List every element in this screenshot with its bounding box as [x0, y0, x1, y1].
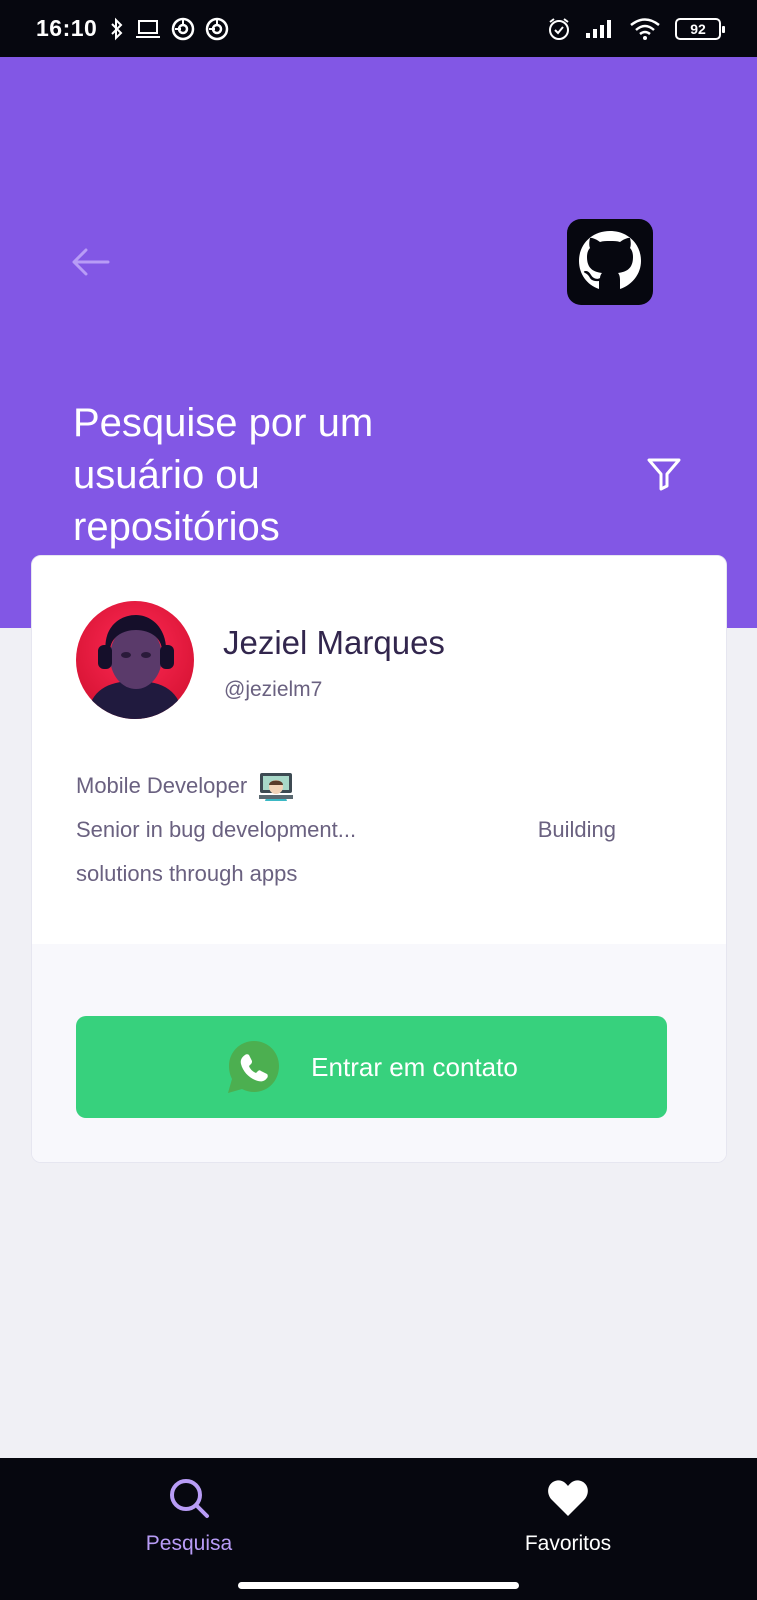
- sync-icon: [172, 17, 195, 40]
- page-header: Pesquise por um usuário ou repositórios: [0, 57, 757, 628]
- battery-icon: 92: [675, 17, 725, 40]
- status-bar: 16:10 92: [0, 0, 757, 57]
- battery-level: 92: [690, 20, 706, 37]
- bio-line-2: Senior in bug development... Building: [76, 808, 616, 852]
- back-button[interactable]: [68, 242, 112, 282]
- bio-line-3: solutions through apps: [76, 861, 298, 886]
- sync-icon: [206, 17, 229, 40]
- profile-info: Jeziel Marques @jezielm7 Mobile Develope…: [32, 556, 726, 944]
- card-footer: Entrar em contato: [32, 944, 726, 1162]
- nav-label-favoritos: Favoritos: [524, 1532, 612, 1555]
- status-left-icons: [109, 17, 229, 41]
- alarm-icon: [549, 17, 569, 40]
- nav-item-pesquisa[interactable]: Pesquisa: [109, 1476, 269, 1556]
- page-title: Pesquise por um usuário ou repositórios: [73, 401, 374, 549]
- profile-card: Jeziel Marques @jezielm7 Mobile Develope…: [31, 555, 727, 1163]
- nav-label-pesquisa: Pesquisa: [145, 1532, 233, 1555]
- user-login: @jezielm7: [224, 678, 323, 701]
- bio-line-2-left: Senior in bug development...: [76, 817, 357, 842]
- bottom-nav: Pesquisa Favoritos: [0, 1458, 757, 1600]
- user-name: Jeziel Marques: [223, 624, 445, 661]
- heart-icon: [548, 1480, 588, 1516]
- whatsapp-icon: [228, 1041, 280, 1093]
- contact-button[interactable]: Entrar em contato: [76, 1016, 667, 1118]
- avatar: [76, 601, 194, 719]
- back-arrow-icon: [72, 248, 110, 276]
- bio-line-1: Mobile Developer: [76, 764, 636, 808]
- bluetooth-icon: [111, 17, 123, 40]
- bio-line-2-right: Building: [537, 817, 616, 842]
- home-indicator[interactable]: [238, 1582, 519, 1589]
- user-bio: Mobile Developer Senior in bug developme…: [76, 764, 636, 896]
- signal-icon: [586, 19, 611, 38]
- technologist-emoji-icon: [259, 773, 294, 802]
- contact-button-label: Entrar em contato: [311, 1051, 518, 1082]
- filter-icon: [647, 458, 681, 491]
- wifi-icon: [630, 17, 660, 40]
- github-icon: [567, 219, 653, 305]
- search-icon: [170, 1479, 209, 1518]
- bio-line-1-text: Mobile Developer: [76, 773, 248, 798]
- nav-item-favoritos[interactable]: Favoritos: [488, 1476, 648, 1556]
- status-time: 16:10: [36, 15, 98, 41]
- filter-button[interactable]: [644, 454, 684, 494]
- laptop-icon: [136, 19, 161, 38]
- status-right-icons: 92: [547, 17, 725, 41]
